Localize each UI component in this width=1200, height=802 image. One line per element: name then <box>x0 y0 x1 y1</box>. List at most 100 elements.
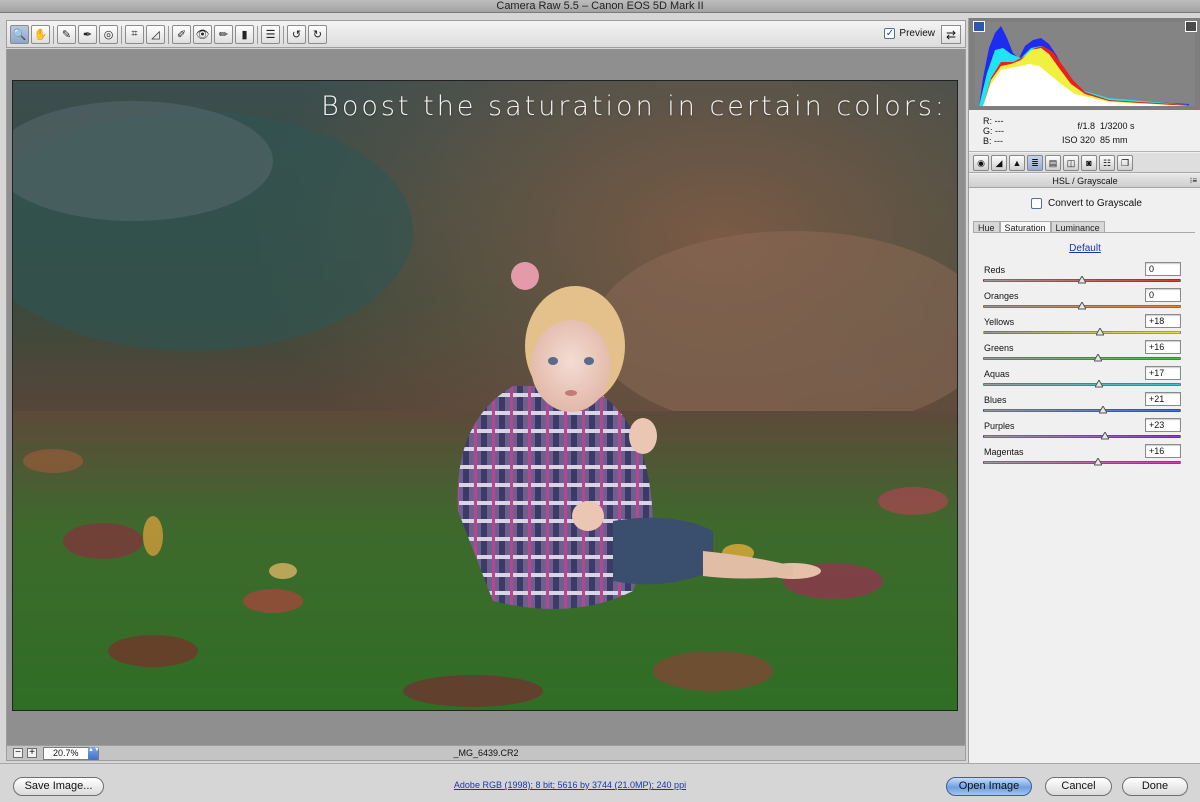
camera-calibration-icon[interactable]: ◙ <box>1081 155 1097 171</box>
toolbar-divider <box>283 26 284 44</box>
slider-track[interactable] <box>983 383 1181 386</box>
convert-grayscale-label: Convert to Grayscale <box>1048 198 1142 209</box>
shutter-speed: 1/3200 s <box>1100 121 1135 131</box>
default-link[interactable]: Default <box>969 243 1200 254</box>
g-label: G: <box>983 126 993 136</box>
slider-track[interactable] <box>983 357 1181 360</box>
detail-icon[interactable]: ▲ <box>1009 155 1025 171</box>
white-balance-tool[interactable]: ✎ <box>57 25 76 44</box>
adjustment-brush-tool[interactable]: ✏ <box>214 25 233 44</box>
red-eye-removal-tool[interactable]: 👁 <box>193 25 212 44</box>
footer-bar: Save Image... Adobe RGB (1998); 8 bit; 5… <box>0 763 1200 802</box>
slider-purples: Purples +23 <box>983 418 1181 444</box>
preview-label: Preview <box>899 28 935 39</box>
done-button[interactable]: Done <box>1122 777 1188 796</box>
presets-icon[interactable]: ☷ <box>1099 155 1115 171</box>
slider-thumb[interactable] <box>1097 404 1108 414</box>
slider-value-field[interactable]: +16 <box>1145 444 1181 458</box>
shadow-clipping-warning-icon[interactable] <box>973 21 985 32</box>
slider-thumb[interactable] <box>1077 300 1087 310</box>
slider-track[interactable] <box>983 461 1181 464</box>
slider-value-field[interactable]: +16 <box>1145 340 1181 354</box>
slider-thumb[interactable] <box>1092 456 1103 466</box>
hsl-icon[interactable]: ≣ <box>1027 155 1043 171</box>
preferences-tool[interactable]: ☰ <box>261 25 280 44</box>
slider-value-field[interactable]: +18 <box>1145 314 1181 328</box>
slider-thumb[interactable] <box>1099 430 1110 440</box>
preview-image[interactable]: Boost the saturation in certain colors: <box>12 80 958 711</box>
fullscreen-icon: ⇄ <box>945 27 957 42</box>
toolbar-divider <box>53 26 54 44</box>
slider-thumb[interactable] <box>1092 352 1103 362</box>
targeted-adjustment-tool[interactable]: ◎ <box>99 25 118 44</box>
crop-icon: ⌗ <box>131 28 138 40</box>
convert-grayscale-checkbox[interactable] <box>1031 198 1042 209</box>
slider-value-field[interactable]: +21 <box>1145 392 1181 406</box>
preview-toggle[interactable]: ✓ Preview <box>884 28 935 39</box>
image-canvas[interactable]: Boost the saturation in certain colors: <box>6 49 966 745</box>
red-eye-icon: 👁 <box>195 29 210 41</box>
split-toning-icon[interactable]: ▤ <box>1045 155 1061 171</box>
b-value: --- <box>994 136 1004 146</box>
spot-removal-tool[interactable]: ✐ <box>172 25 191 44</box>
list-icon: ☰ <box>265 29 276 41</box>
window-title: Camera Raw 5.5 – Canon EOS 5D Mark II <box>0 0 1200 13</box>
camera-settings: f/1.8 1/3200 s ISO 320 85 mm <box>1051 119 1135 147</box>
slider-track[interactable] <box>983 435 1181 438</box>
crop-tool[interactable]: ⌗ <box>125 25 144 44</box>
toolbar-divider <box>168 26 169 44</box>
slider-track[interactable] <box>983 409 1181 412</box>
slider-label: Reds <box>984 265 1006 275</box>
convert-grayscale-toggle[interactable]: Convert to Grayscale <box>1031 198 1142 209</box>
hand-icon: ✋ <box>33 29 48 41</box>
snapshots-icon[interactable]: ❐ <box>1117 155 1133 171</box>
slider-aquas: Aquas +17 <box>983 366 1181 392</box>
slider-thumb[interactable] <box>1093 378 1104 388</box>
highlight-clipping-warning-icon[interactable] <box>1185 21 1197 32</box>
slider-value-field[interactable]: 0 <box>1145 262 1181 276</box>
slider-greens: Greens +16 <box>983 340 1181 366</box>
fullscreen-toggle-button[interactable]: ⇄ <box>941 25 961 44</box>
b-label: B: <box>983 136 992 146</box>
panel-title-text: HSL / Grayscale <box>1052 176 1118 186</box>
slider-thumb[interactable] <box>1094 326 1105 336</box>
zoom-tool[interactable]: 🔍 <box>10 25 29 44</box>
adjustment-panel: R: --- G: --- B: --- f/1.8 1/3200 s ISO … <box>968 18 1200 763</box>
aperture: f/1.8 <box>1077 121 1095 131</box>
panel-title: HSL / Grayscale ⁝≡ <box>969 174 1200 188</box>
straighten-tool[interactable]: ◿ <box>146 25 165 44</box>
slider-track[interactable] <box>983 331 1181 334</box>
cancel-button[interactable]: Cancel <box>1045 777 1112 796</box>
zoom-status-bar: − + 20.7% ▲▼ _MG_6439.CR2 <box>6 745 966 761</box>
graduated-filter-tool[interactable]: ▮ <box>235 25 254 44</box>
graduated-filter-icon: ▮ <box>241 29 248 41</box>
focal-length: 85 mm <box>1100 135 1128 145</box>
subtab-divider <box>973 232 1195 233</box>
slider-blues: Blues +21 <box>983 392 1181 418</box>
slider-label: Blues <box>984 395 1007 405</box>
hand-tool[interactable]: ✋ <box>31 25 50 44</box>
r-label: R: <box>983 116 992 126</box>
slider-magentas: Magentas +16 <box>983 444 1181 470</box>
tone-curve-icon[interactable]: ◢ <box>991 155 1007 171</box>
overlay-caption: Boost the saturation in certain colors: <box>321 91 947 122</box>
slider-label: Aquas <box>984 369 1010 379</box>
rotate-right-tool[interactable]: ↻ <box>308 25 327 44</box>
slider-value-field[interactable]: +23 <box>1145 418 1181 432</box>
slider-reds: Reds 0 <box>983 262 1181 288</box>
open-image-button[interactable]: Open Image <box>946 777 1032 796</box>
tool-bar: 🔍 ✋ ✎ ✒ ◎ ⌗ ◿ ✐ 👁 ✏ ▮ ☰ ↺ ↻ ✓ Preview ⇄ <box>6 20 966 48</box>
lens-corrections-icon[interactable]: ◫ <box>1063 155 1079 171</box>
basic-icon[interactable]: ◉ <box>973 155 989 171</box>
panel-menu-icon[interactable]: ⁝≡ <box>1190 174 1197 188</box>
preview-checkbox[interactable]: ✓ <box>884 28 896 39</box>
color-sampler-tool[interactable]: ✒ <box>78 25 97 44</box>
slider-label: Purples <box>984 421 1015 431</box>
slider-thumb[interactable] <box>1077 274 1087 284</box>
slider-value-field[interactable]: +17 <box>1145 366 1181 380</box>
eyedropper-icon: ✎ <box>61 29 72 41</box>
magnifier-icon: 🔍 <box>12 29 27 41</box>
slider-value-field[interactable]: 0 <box>1145 288 1181 302</box>
toolbar-divider <box>257 26 258 44</box>
rotate-left-tool[interactable]: ↺ <box>287 25 306 44</box>
